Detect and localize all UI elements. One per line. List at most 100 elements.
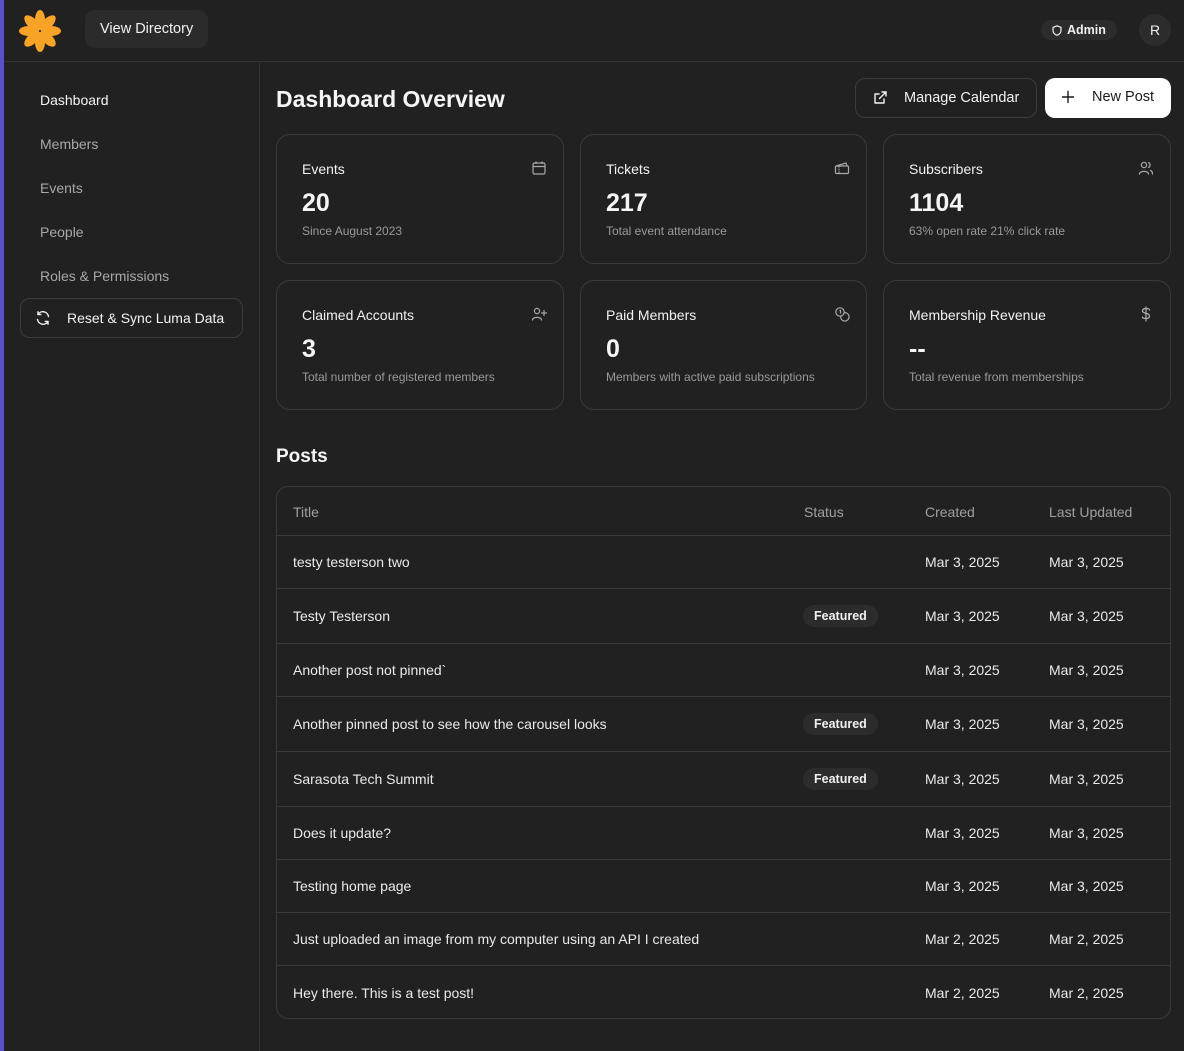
- table-row[interactable]: Sarasota Tech Summit Featured Mar 3, 202…: [277, 752, 1170, 807]
- avatar[interactable]: R: [1139, 14, 1171, 46]
- post-title[interactable]: Does it update?: [293, 825, 391, 841]
- logo-icon[interactable]: [19, 10, 61, 52]
- view-directory-button[interactable]: View Directory: [85, 10, 209, 48]
- post-updated: Mar 3, 2025: [1049, 554, 1124, 570]
- card-value: 20: [302, 189, 330, 217]
- card-value: 1104: [909, 189, 964, 217]
- page-title: Dashboard Overview: [276, 86, 505, 112]
- post-title[interactable]: Another pinned post to see how the carou…: [293, 716, 607, 732]
- stat-card-subscribers: Subscribers 1104 63% open rate 21% click…: [883, 134, 1171, 264]
- post-created: Mar 3, 2025: [925, 825, 1000, 841]
- card-title: Paid Members: [606, 307, 697, 323]
- column-header-created[interactable]: Created: [925, 504, 975, 520]
- coins-icon: [834, 306, 850, 322]
- admin-label: Admin: [1067, 23, 1106, 37]
- admin-badge[interactable]: Admin: [1041, 20, 1117, 40]
- refresh-icon: [35, 310, 51, 326]
- post-updated: Mar 3, 2025: [1049, 825, 1124, 841]
- post-title[interactable]: Just uploaded an image from my computer …: [293, 931, 699, 947]
- table-header: Title Status Created Last Updated: [277, 487, 1170, 536]
- stat-card-tickets: Tickets 217 Total event attendance: [580, 134, 867, 264]
- calendar-icon: [531, 160, 547, 176]
- card-value: --: [909, 335, 926, 363]
- post-updated: Mar 3, 2025: [1049, 771, 1124, 787]
- external-link-icon: [872, 90, 888, 106]
- reset-sync-label: Reset & Sync Luma Data: [67, 310, 225, 326]
- post-created: Mar 3, 2025: [925, 771, 1000, 787]
- post-title[interactable]: Testy Testerson: [293, 608, 390, 624]
- stat-card-claimed-accounts: Claimed Accounts 3 Total number of regis…: [276, 280, 564, 410]
- post-title[interactable]: Hey there. This is a test post!: [293, 985, 474, 1001]
- reset-sync-button[interactable]: Reset & Sync Luma Data: [20, 298, 243, 338]
- featured-badge: Featured: [803, 605, 878, 627]
- card-title: Subscribers: [909, 161, 983, 177]
- sidebar-item-people[interactable]: People: [40, 224, 84, 240]
- card-title: Claimed Accounts: [302, 307, 415, 323]
- manage-calendar-button[interactable]: Manage Calendar: [855, 78, 1037, 118]
- table-row[interactable]: Just uploaded an image from my computer …: [277, 913, 1170, 966]
- table-row[interactable]: Testing home page Mar 3, 2025 Mar 3, 202…: [277, 860, 1170, 913]
- featured-badge: Featured: [803, 713, 878, 735]
- post-updated: Mar 3, 2025: [1049, 662, 1124, 678]
- post-updated: Mar 3, 2025: [1049, 608, 1124, 624]
- post-created: Mar 3, 2025: [925, 878, 1000, 894]
- post-updated: Mar 3, 2025: [1049, 716, 1124, 732]
- post-updated: Mar 2, 2025: [1049, 931, 1124, 947]
- sidebar-item-dashboard[interactable]: Dashboard: [40, 92, 109, 108]
- card-value: 217: [606, 189, 648, 217]
- avatar-initial: R: [1149, 22, 1161, 38]
- dollar-icon: [1138, 306, 1154, 322]
- users-icon: [1138, 160, 1154, 176]
- ticket-icon: [834, 160, 850, 176]
- card-title: Membership Revenue: [909, 307, 1046, 323]
- plus-icon: [1061, 90, 1075, 104]
- post-title[interactable]: Another post not pinned`: [293, 662, 446, 678]
- card-subtitle: Members with active paid subscriptions: [606, 370, 815, 384]
- sidebar: Dashboard Members Events People Roles & …: [4, 62, 260, 1051]
- view-directory-label: View Directory: [100, 21, 194, 37]
- sidebar-item-roles-permissions[interactable]: Roles & Permissions: [40, 268, 169, 284]
- posts-table: Title Status Created Last Updated testy …: [276, 486, 1171, 1019]
- sidebar-item-events[interactable]: Events: [40, 180, 83, 196]
- card-subtitle: Total number of registered members: [302, 370, 495, 384]
- table-row[interactable]: Another pinned post to see how the carou…: [277, 697, 1170, 752]
- stat-card-events: Events 20 Since August 2023: [276, 134, 564, 264]
- post-created: Mar 3, 2025: [925, 608, 1000, 624]
- shield-icon: [1052, 24, 1062, 36]
- card-subtitle: Total revenue from memberships: [909, 370, 1084, 384]
- stat-card-membership-revenue: Membership Revenue -- Total revenue from…: [883, 280, 1171, 410]
- table-row[interactable]: Does it update? Mar 3, 2025 Mar 3, 2025: [277, 807, 1170, 860]
- column-header-last-updated[interactable]: Last Updated: [1049, 504, 1132, 520]
- post-title[interactable]: testy testerson two: [293, 554, 410, 570]
- post-created: Mar 2, 2025: [925, 931, 1000, 947]
- post-created: Mar 3, 2025: [925, 554, 1000, 570]
- new-post-button[interactable]: New Post: [1045, 78, 1171, 118]
- card-title: Events: [302, 161, 345, 177]
- column-header-status[interactable]: Status: [804, 504, 844, 520]
- card-value: 0: [606, 335, 620, 363]
- post-created: Mar 3, 2025: [925, 662, 1000, 678]
- new-post-label: New Post: [1092, 89, 1155, 105]
- post-title[interactable]: Sarasota Tech Summit: [293, 771, 434, 787]
- featured-badge: Featured: [803, 768, 878, 790]
- table-row[interactable]: testy testerson two Mar 3, 2025 Mar 3, 2…: [277, 536, 1170, 589]
- table-row[interactable]: Testy Testerson Featured Mar 3, 2025 Mar…: [277, 589, 1170, 644]
- post-updated: Mar 3, 2025: [1049, 878, 1124, 894]
- card-subtitle: Total event attendance: [606, 224, 727, 238]
- card-value: 3: [302, 335, 316, 363]
- post-title[interactable]: Testing home page: [293, 878, 411, 894]
- post-created: Mar 3, 2025: [925, 716, 1000, 732]
- stat-card-paid-members: Paid Members 0 Members with active paid …: [580, 280, 867, 410]
- sidebar-item-members[interactable]: Members: [40, 136, 98, 152]
- table-row[interactable]: Hey there. This is a test post! Mar 2, 2…: [277, 966, 1170, 1018]
- manage-calendar-label: Manage Calendar: [904, 90, 1020, 106]
- table-row[interactable]: Another post not pinned` Mar 3, 2025 Mar…: [277, 644, 1170, 697]
- card-title: Tickets: [606, 161, 650, 177]
- card-subtitle: 63% open rate 21% click rate: [909, 224, 1066, 238]
- post-updated: Mar 2, 2025: [1049, 984, 1124, 1001]
- card-subtitle: Since August 2023: [302, 224, 403, 238]
- column-header-title[interactable]: Title: [293, 504, 319, 520]
- user-plus-icon: [531, 306, 547, 322]
- top-bar: View Directory Admin R: [4, 0, 1184, 62]
- post-created: Mar 2, 2025: [925, 984, 1000, 1001]
